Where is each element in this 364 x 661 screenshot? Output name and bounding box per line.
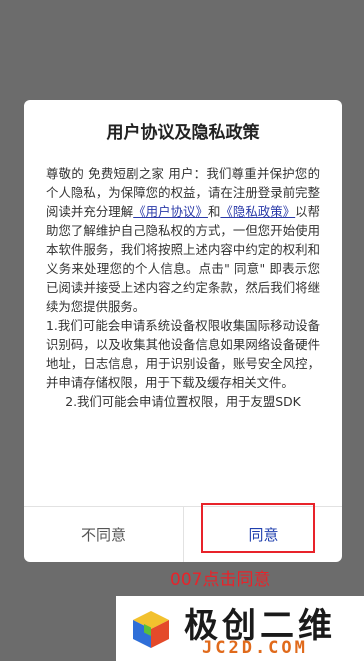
cube-logo-icon (133, 611, 169, 648)
intro-text-2: 以帮助您了解维护自己隐私权的方式，一但您开始使用本软件服务，我们将按照上述内容中… (46, 204, 321, 314)
user-agreement-link[interactable]: 《用户协议》 (133, 204, 208, 219)
step-annotation: 007点击同意 (170, 570, 271, 590)
privacy-policy-link[interactable]: 《隐私政策》 (220, 204, 295, 219)
intro-paragraph: 尊敬的 免费短剧之家 用户：我们尊重并保护您的个人隐私，为保障您的权益，请在注册… (46, 164, 320, 316)
and-text: 和 (207, 204, 221, 219)
permission-item-1: 1.我们可能会申请系统设备权限收集国际移动设备识别码，以及收集其他设备信息如果网… (46, 318, 320, 390)
dialog-title: 用户协议及隐私政策 (106, 123, 260, 143)
disagree-button[interactable]: 不同意 (24, 507, 183, 562)
watermark-subtitle: JC2D.COM (202, 638, 308, 658)
privacy-agreement-dialog: 用户协议及隐私政策 尊敬的 免费短剧之家 用户：我们尊重并保护您的个人隐私，为保… (24, 100, 342, 562)
permission-item-2: 2.我们可能会申请位置权限，用于友盟SDK (65, 394, 301, 409)
watermark: 极创二维 JC2D.COM (116, 596, 364, 661)
agree-highlight-box (201, 503, 315, 553)
dialog-body: 尊敬的 免费短剧之家 用户：我们尊重并保护您的个人隐私，为保障您的权益，请在注册… (46, 164, 320, 411)
